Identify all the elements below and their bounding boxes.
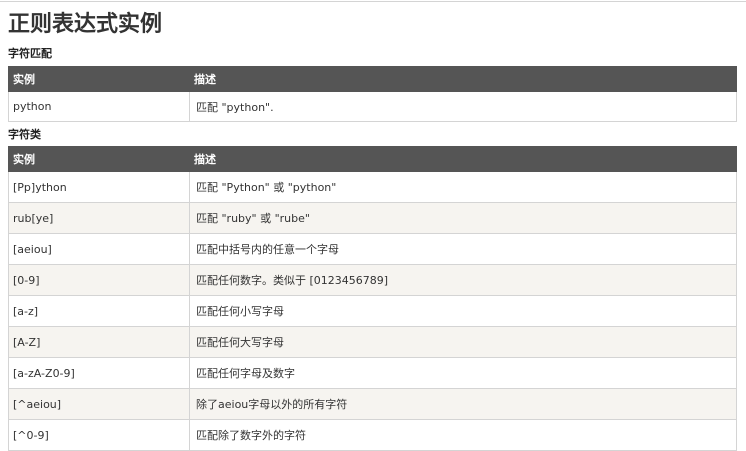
table-row: [a-zA-Z0-9] 匹配任何字母及数字 <box>8 357 737 389</box>
description-cell: 匹配 "python". <box>189 91 737 122</box>
section-title-char-class: 字符类 <box>8 128 41 141</box>
description-cell: 匹配任何数字。类似于 [0123456789] <box>189 264 737 296</box>
table-row: [Pp]ython 匹配 "Python" 或 "python" <box>8 171 737 203</box>
description-cell: 除了aeiou字母以外的所有字符 <box>189 388 737 420</box>
table-row: rub[ye] 匹配 "ruby" 或 "rube" <box>8 202 737 234</box>
page-content: 正则表达式实例 字符匹配 实例 描述 python 匹配 "python". 字… <box>8 0 737 451</box>
char-match-table: 实例 描述 python 匹配 "python". <box>8 66 737 122</box>
column-header-description: 描述 <box>189 146 737 172</box>
example-cell: [^aeiou] <box>8 388 190 420</box>
example-cell: [A-Z] <box>8 326 190 358</box>
description-cell: 匹配任何小写字母 <box>189 295 737 327</box>
description-cell: 匹配中括号内的任意一个字母 <box>189 233 737 265</box>
table-row: [^0-9] 匹配除了数字外的字符 <box>8 419 737 451</box>
example-cell: [^0-9] <box>8 419 190 451</box>
description-cell: 匹配除了数字外的字符 <box>189 419 737 451</box>
section-title-char-match: 字符匹配 <box>8 47 52 60</box>
example-cell: rub[ye] <box>8 202 190 234</box>
description-cell: 匹配任何字母及数字 <box>189 357 737 389</box>
table-header-row: 实例 描述 <box>8 146 737 172</box>
column-header-description: 描述 <box>189 66 737 92</box>
example-cell: [aeiou] <box>8 233 190 265</box>
column-header-example: 实例 <box>8 66 190 92</box>
example-cell: python <box>8 91 190 122</box>
table-row: [a-z] 匹配任何小写字母 <box>8 295 737 327</box>
example-cell: [0-9] <box>8 264 190 296</box>
example-cell: [Pp]ython <box>8 171 190 203</box>
table-row: [^aeiou] 除了aeiou字母以外的所有字符 <box>8 388 737 420</box>
description-cell: 匹配任何大写字母 <box>189 326 737 358</box>
example-cell: [a-zA-Z0-9] <box>8 357 190 389</box>
description-cell: 匹配 "Python" 或 "python" <box>189 171 737 203</box>
table-row: [aeiou] 匹配中括号内的任意一个字母 <box>8 233 737 265</box>
char-class-table: 实例 描述 [Pp]ython 匹配 "Python" 或 "python" r… <box>8 146 737 451</box>
description-cell: 匹配 "ruby" 或 "rube" <box>189 202 737 234</box>
column-header-example: 实例 <box>8 146 190 172</box>
table-row: python 匹配 "python". <box>8 91 737 122</box>
table-header-row: 实例 描述 <box>8 66 737 92</box>
table-row: [0-9] 匹配任何数字。类似于 [0123456789] <box>8 264 737 296</box>
table-row: [A-Z] 匹配任何大写字母 <box>8 326 737 358</box>
example-cell: [a-z] <box>8 295 190 327</box>
page-title: 正则表达式实例 <box>8 12 163 37</box>
